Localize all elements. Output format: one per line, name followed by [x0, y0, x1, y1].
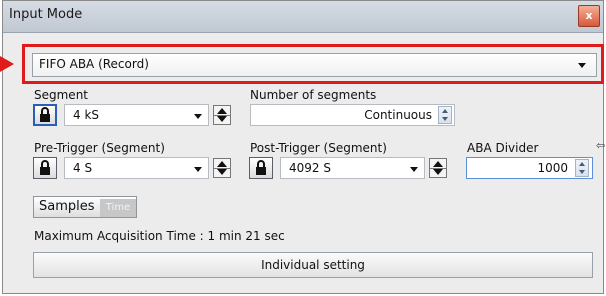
- post-trigger-lock-button[interactable]: [249, 157, 273, 179]
- window-title: Input Mode: [9, 7, 83, 22]
- pre-trigger-label: Pre-Trigger (Segment): [34, 141, 165, 155]
- lock-icon: [40, 160, 50, 175]
- max-acquisition-time: Maximum Acquisition Time : 1 min 21 sec: [34, 229, 285, 243]
- spinner-down-icon[interactable]: [433, 169, 443, 175]
- spinner-down-icon[interactable]: [217, 169, 227, 175]
- segment-spinner[interactable]: [213, 105, 231, 125]
- num-segments-value: Continuous: [364, 108, 432, 122]
- unit-toggle[interactable]: Samples Time: [33, 196, 137, 218]
- lock-icon: [40, 107, 50, 122]
- close-button[interactable]: x: [578, 5, 600, 27]
- spinner-up-icon[interactable]: [579, 162, 585, 166]
- aba-divider-spinner[interactable]: [575, 159, 589, 177]
- num-segments-label: Number of segments: [250, 88, 377, 102]
- dropdown-arrow-icon: [410, 167, 418, 172]
- spinner-up-icon[interactable]: [433, 161, 443, 167]
- segment-combo[interactable]: 4 kS: [64, 104, 209, 126]
- segment-lock-button[interactable]: [33, 104, 57, 126]
- pre-trigger-combo[interactable]: 4 S: [64, 157, 209, 179]
- title-bar[interactable]: Input Mode x: [3, 1, 603, 33]
- dropdown-arrow-icon: [194, 114, 202, 119]
- dropdown-arrow-icon: [194, 167, 202, 172]
- num-segments-spinner[interactable]: [438, 106, 452, 124]
- pre-trigger-spinner[interactable]: [213, 158, 231, 178]
- spinner-up-icon[interactable]: [217, 161, 227, 167]
- unit-toggle-samples[interactable]: Samples: [39, 199, 95, 214]
- post-trigger-label: Post-Trigger (Segment): [250, 141, 387, 155]
- num-segments-field[interactable]: Continuous: [250, 104, 455, 126]
- lock-icon: [256, 160, 266, 175]
- mode-select[interactable]: FIFO ABA (Record): [32, 53, 597, 77]
- post-trigger-combo[interactable]: 4092 S: [280, 157, 425, 179]
- close-icon: x: [585, 9, 593, 22]
- pre-trigger-lock-button[interactable]: [33, 157, 57, 179]
- resize-arrow-icon[interactable]: ⇦: [596, 139, 605, 152]
- aba-divider-value: 1000: [537, 161, 568, 175]
- individual-setting-button[interactable]: Individual setting: [33, 252, 593, 278]
- unit-toggle-time[interactable]: Time: [100, 199, 136, 217]
- dropdown-arrow-icon: [578, 63, 586, 68]
- spinner-down-icon[interactable]: [442, 117, 448, 121]
- spinner-up-icon[interactable]: [217, 108, 227, 114]
- mode-select-value: FIFO ABA (Record): [39, 57, 149, 71]
- spinner-down-icon[interactable]: [217, 116, 227, 122]
- aba-divider-label: ABA Divider: [467, 141, 539, 155]
- pre-trigger-value: 4 S: [73, 161, 93, 175]
- callout-arrow-icon: [0, 56, 14, 72]
- segment-label: Segment: [34, 88, 88, 102]
- post-trigger-spinner[interactable]: [429, 158, 447, 178]
- aba-divider-field[interactable]: 1000: [466, 157, 593, 179]
- spinner-up-icon[interactable]: [442, 109, 448, 113]
- spinner-down-icon[interactable]: [579, 170, 585, 174]
- segment-value: 4 kS: [73, 108, 100, 122]
- post-trigger-value: 4092 S: [289, 161, 331, 175]
